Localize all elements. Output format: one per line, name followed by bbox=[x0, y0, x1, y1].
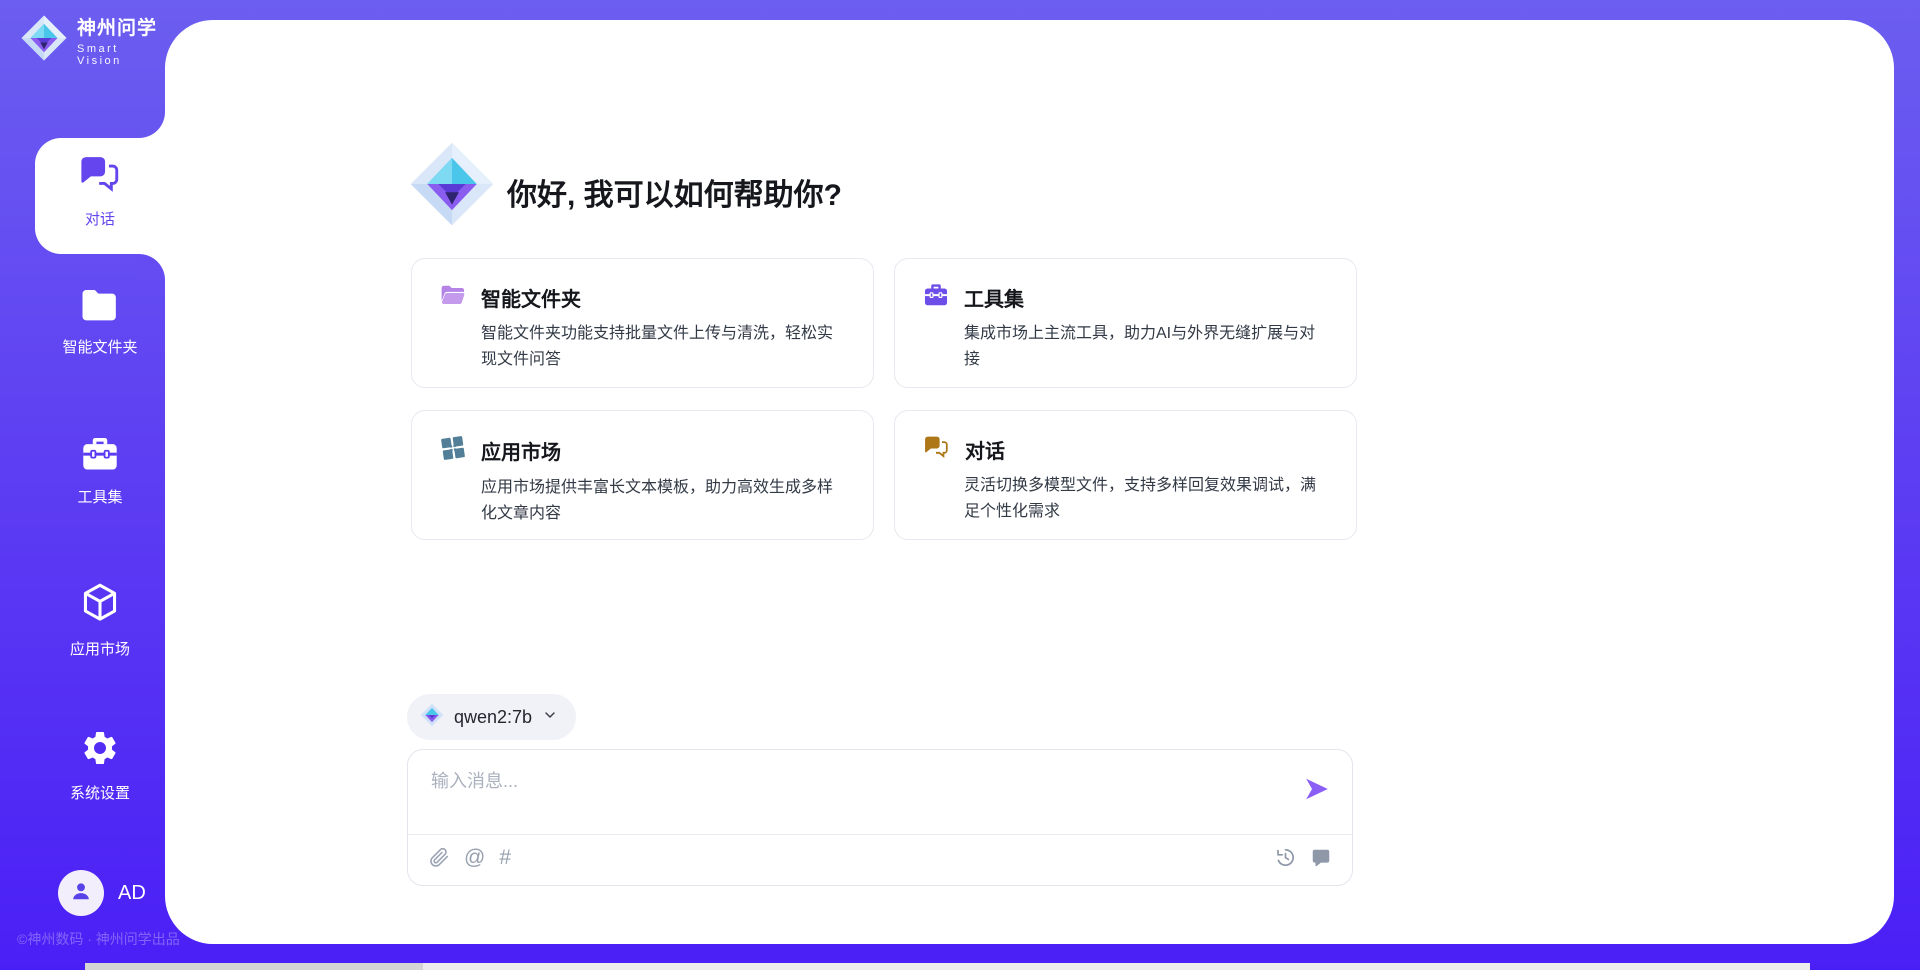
user-account[interactable]: AD bbox=[58, 870, 146, 916]
sidebar-item-label: 应用市场 bbox=[35, 638, 165, 659]
greeting-title: 你好, 我可以如何帮助你? bbox=[507, 170, 842, 214]
sidebar-item-chat[interactable]: 对话 bbox=[35, 138, 165, 254]
feedback-chat-icon[interactable] bbox=[1310, 847, 1332, 869]
history-icon[interactable] bbox=[1274, 846, 1297, 869]
message-input[interactable] bbox=[408, 750, 1352, 832]
folder-icon bbox=[440, 284, 466, 311]
brand-text: 神州问学 Smart Vision bbox=[77, 13, 165, 67]
card-title: 智能文件夹 bbox=[481, 283, 581, 312]
card-title: 对话 bbox=[965, 435, 1005, 464]
sidebar-item-label: 工具集 bbox=[35, 486, 165, 507]
sidebar-item-app-market[interactable]: 应用市场 bbox=[35, 582, 165, 659]
attachment-icon[interactable] bbox=[428, 846, 450, 868]
brand-subtitle: Smart Vision bbox=[77, 43, 165, 67]
user-name: AD bbox=[118, 882, 146, 905]
brand: 神州问学 Smart Vision bbox=[20, 13, 165, 67]
sidebar-item-settings[interactable]: 系统设置 bbox=[35, 728, 165, 803]
sidebar-item-toolset[interactable]: 工具集 bbox=[35, 436, 165, 507]
model-logo-icon bbox=[420, 703, 444, 732]
card-toolset[interactable]: 工具集 集成市场上主流工具，助力AI与外界无缝扩展与对接 bbox=[894, 258, 1357, 388]
brand-logo-icon bbox=[20, 14, 68, 67]
chat-bubbles-icon bbox=[923, 435, 950, 464]
feature-cards: 智能文件夹 智能文件夹功能支持批量文件上传与清洗，轻松实现文件问答 工具集 集成… bbox=[411, 258, 1357, 540]
app: 神州问学 Smart Vision 对话 智能文件夹 bbox=[0, 0, 1920, 970]
sidebar-item-smart-folder[interactable]: 智能文件夹 bbox=[35, 288, 165, 357]
chevron-down-icon bbox=[542, 707, 558, 728]
card-description: 应用市场提供丰富长文本模板，助力高效生成多样化文章内容 bbox=[481, 475, 843, 526]
topic-icon[interactable]: # bbox=[499, 847, 511, 868]
card-smart-folder[interactable]: 智能文件夹 智能文件夹功能支持批量文件上传与清洗，轻松实现文件问答 bbox=[411, 258, 874, 388]
scrollbar-thumb[interactable] bbox=[85, 963, 423, 970]
card-title: 应用市场 bbox=[481, 436, 561, 465]
card-description: 灵活切换多模型文件，支持多样回复效果调试，满足个性化需求 bbox=[964, 473, 1326, 524]
composer-toolbar: @ # bbox=[428, 846, 511, 868]
send-icon[interactable] bbox=[1304, 776, 1330, 807]
message-composer: @ # bbox=[407, 749, 1353, 886]
mention-icon[interactable]: @ bbox=[464, 847, 485, 868]
tab-curve-top bbox=[139, 112, 165, 138]
grid-icon bbox=[440, 435, 466, 466]
composer-right-tools bbox=[1274, 846, 1332, 869]
brand-name: 神州问学 bbox=[77, 13, 165, 40]
card-app-market[interactable]: 应用市场 应用市场提供丰富长文本模板，助力高效生成多样化文章内容 bbox=[411, 410, 874, 540]
card-description: 智能文件夹功能支持批量文件上传与清洗，轻松实现文件问答 bbox=[481, 321, 843, 372]
briefcase-icon bbox=[80, 459, 120, 476]
avatar bbox=[58, 870, 104, 916]
horizontal-scrollbar[interactable] bbox=[85, 963, 1810, 970]
gear-icon bbox=[80, 755, 120, 772]
sidebar-item-label: 智能文件夹 bbox=[35, 336, 165, 357]
copyright: ©神州数码 · 神州问学出品 bbox=[17, 929, 180, 949]
user-icon bbox=[68, 878, 94, 909]
hero-logo-icon bbox=[408, 140, 496, 233]
sidebar-item-label: 系统设置 bbox=[35, 782, 165, 803]
chat-bubbles-icon bbox=[78, 181, 122, 198]
composer-divider bbox=[408, 834, 1352, 835]
cube-icon bbox=[80, 611, 120, 628]
briefcase-icon bbox=[923, 283, 949, 312]
card-description: 集成市场上主流工具，助力AI与外界无缝扩展与对接 bbox=[964, 321, 1326, 372]
sidebar: 神州问学 Smart Vision 对话 智能文件夹 bbox=[0, 0, 165, 970]
model-name: qwen2:7b bbox=[454, 707, 532, 728]
card-title: 工具集 bbox=[964, 283, 1024, 312]
model-selector[interactable]: qwen2:7b bbox=[407, 694, 576, 740]
card-chat[interactable]: 对话 灵活切换多模型文件，支持多样回复效果调试，满足个性化需求 bbox=[894, 410, 1357, 540]
tab-curve-bottom bbox=[139, 254, 165, 280]
sidebar-item-label: 对话 bbox=[35, 208, 165, 229]
folder-icon bbox=[80, 309, 120, 326]
